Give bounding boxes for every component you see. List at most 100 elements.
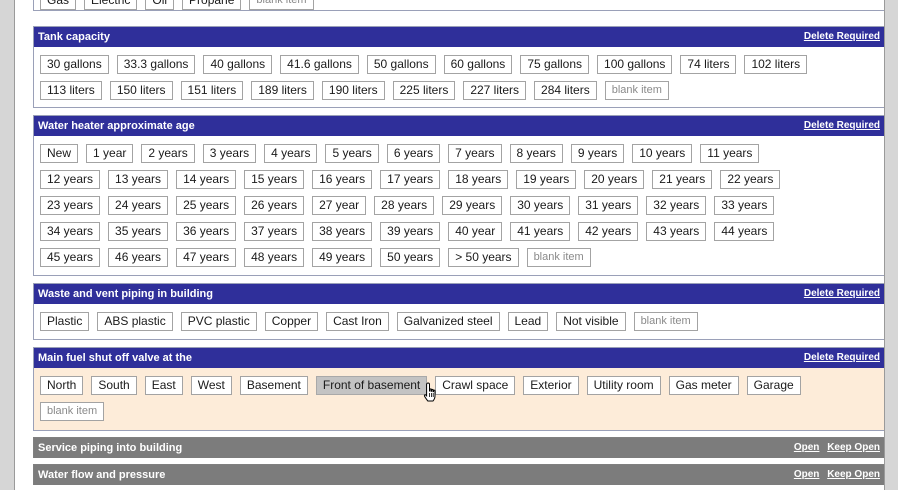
option-3-years[interactable]: 3 years (202, 144, 257, 163)
option-27-year[interactable]: 27 year (312, 196, 367, 215)
option-30-gallons[interactable]: 30 gallons (40, 55, 109, 74)
option-south[interactable]: South (91, 376, 137, 395)
option-24-years[interactable]: 24 years (108, 196, 169, 215)
delete-required-link[interactable]: Delete Required (804, 352, 880, 363)
option-37-years[interactable]: 37 years (244, 222, 305, 241)
option-oil[interactable]: Oil (145, 0, 175, 10)
option-blank-item[interactable]: blank item (633, 312, 698, 331)
option-35-years[interactable]: 35 years (108, 222, 169, 241)
option-25-years[interactable]: 25 years (176, 196, 237, 215)
open-link[interactable]: Open (794, 469, 820, 480)
option-40-gallons[interactable]: 40 gallons (203, 55, 273, 74)
option-blank-item[interactable]: blank item (40, 402, 105, 421)
delete-required-link[interactable]: Delete Required (804, 31, 880, 42)
option-50-years[interactable]: > 50 years (448, 248, 519, 267)
option-east[interactable]: East (144, 376, 183, 395)
option-gas-meter[interactable]: Gas meter (668, 376, 739, 395)
option-60-gallons[interactable]: 60 gallons (443, 55, 513, 74)
option-40-year[interactable]: 40 year (448, 222, 503, 241)
option-10-years[interactable]: 10 years (632, 144, 693, 163)
option-16-years[interactable]: 16 years (312, 170, 373, 189)
option-225-liters[interactable]: 225 liters (392, 81, 456, 100)
option-74-liters[interactable]: 74 liters (680, 55, 737, 74)
option-22-years[interactable]: 22 years (720, 170, 781, 189)
option-21-years[interactable]: 21 years (652, 170, 713, 189)
option-electric[interactable]: Electric (84, 0, 138, 10)
option-49-years[interactable]: 49 years (312, 248, 373, 267)
option-blank-item[interactable]: blank item (249, 0, 314, 10)
option-23-years[interactable]: 23 years (40, 196, 101, 215)
option-33-years[interactable]: 33 years (714, 196, 775, 215)
option-113-liters[interactable]: 113 liters (40, 81, 102, 100)
option-47-years[interactable]: 47 years (176, 248, 237, 267)
option-17-years[interactable]: 17 years (380, 170, 441, 189)
option-not-visible[interactable]: Not visible (556, 312, 626, 331)
option-5-years[interactable]: 5 years (325, 144, 379, 163)
option-15-years[interactable]: 15 years (244, 170, 305, 189)
option-copper[interactable]: Copper (264, 312, 319, 331)
option-utility-room[interactable]: Utility room (586, 376, 661, 395)
option-189-liters[interactable]: 189 liters (251, 81, 314, 100)
option-14-years[interactable]: 14 years (176, 170, 237, 189)
option-18-years[interactable]: 18 years (448, 170, 509, 189)
option-1-year[interactable]: 1 year (86, 144, 134, 163)
option-gas[interactable]: Gas (40, 0, 77, 10)
option-crawl-space[interactable]: Crawl space (435, 376, 516, 395)
option-north[interactable]: North (40, 376, 84, 395)
option-11-years[interactable]: 11 years (700, 144, 760, 163)
option-west[interactable]: West (190, 376, 232, 395)
option-plastic[interactable]: Plastic (40, 312, 90, 331)
option-48-years[interactable]: 48 years (244, 248, 305, 267)
option-9-years[interactable]: 9 years (570, 144, 625, 163)
option-50-years[interactable]: 50 years (380, 248, 441, 267)
option-33-3-gallons[interactable]: 33.3 gallons (116, 55, 196, 74)
option-26-years[interactable]: 26 years (244, 196, 305, 215)
option-12-years[interactable]: 12 years (40, 170, 101, 189)
option-20-years[interactable]: 20 years (584, 170, 645, 189)
option-lead[interactable]: Lead (507, 312, 549, 331)
option-41-6-gallons[interactable]: 41.6 gallons (280, 55, 359, 74)
option-36-years[interactable]: 36 years (176, 222, 237, 241)
option-28-years[interactable]: 28 years (374, 196, 435, 215)
keep-open-link[interactable]: Keep Open (827, 442, 880, 453)
option-31-years[interactable]: 31 years (578, 196, 639, 215)
option-6-years[interactable]: 6 years (386, 144, 441, 163)
delete-required-link[interactable]: Delete Required (804, 120, 880, 131)
option-exterior[interactable]: Exterior (523, 376, 579, 395)
option-100-gallons[interactable]: 100 gallons (597, 55, 673, 74)
option-150-liters[interactable]: 150 liters (109, 81, 173, 100)
option-43-years[interactable]: 43 years (646, 222, 707, 241)
option-abs-plastic[interactable]: ABS plastic (97, 312, 173, 331)
option-39-years[interactable]: 39 years (380, 222, 441, 241)
option-102-liters[interactable]: 102 liters (744, 55, 808, 74)
option-41-years[interactable]: 41 years (510, 222, 571, 241)
option-4-years[interactable]: 4 years (264, 144, 318, 163)
option-32-years[interactable]: 32 years (646, 196, 707, 215)
option-basement[interactable]: Basement (239, 376, 308, 395)
option-7-years[interactable]: 7 years (448, 144, 502, 163)
option-38-years[interactable]: 38 years (312, 222, 373, 241)
option-13-years[interactable]: 13 years (108, 170, 169, 189)
option-44-years[interactable]: 44 years (714, 222, 775, 241)
option-19-years[interactable]: 19 years (516, 170, 577, 189)
option-2-years[interactable]: 2 years (141, 144, 195, 163)
option-8-years[interactable]: 8 years (509, 144, 563, 163)
option-29-years[interactable]: 29 years (442, 196, 503, 215)
option-front-of-basement[interactable]: Front of basement (315, 376, 428, 395)
option-blank-item[interactable]: blank item (604, 81, 669, 100)
option-34-years[interactable]: 34 years (40, 222, 101, 241)
option-30-years[interactable]: 30 years (510, 196, 571, 215)
section-water-flow[interactable]: Water flow and pressure Open Keep Open (33, 464, 884, 485)
option-pvc-plastic[interactable]: PVC plastic (180, 312, 257, 331)
option-151-liters[interactable]: 151 liters (180, 81, 244, 100)
option-propane[interactable]: Propane (182, 0, 242, 10)
option-75-gallons[interactable]: 75 gallons (520, 55, 590, 74)
delete-required-link[interactable]: Delete Required (804, 288, 880, 299)
option-cast-iron[interactable]: Cast Iron (326, 312, 389, 331)
option-50-gallons[interactable]: 50 gallons (366, 55, 436, 74)
option-45-years[interactable]: 45 years (40, 248, 101, 267)
option-galvanized-steel[interactable]: Galvanized steel (396, 312, 500, 331)
option-new[interactable]: New (40, 144, 79, 163)
section-service-piping[interactable]: Service piping into building Open Keep O… (33, 437, 884, 458)
keep-open-link[interactable]: Keep Open (827, 469, 880, 480)
